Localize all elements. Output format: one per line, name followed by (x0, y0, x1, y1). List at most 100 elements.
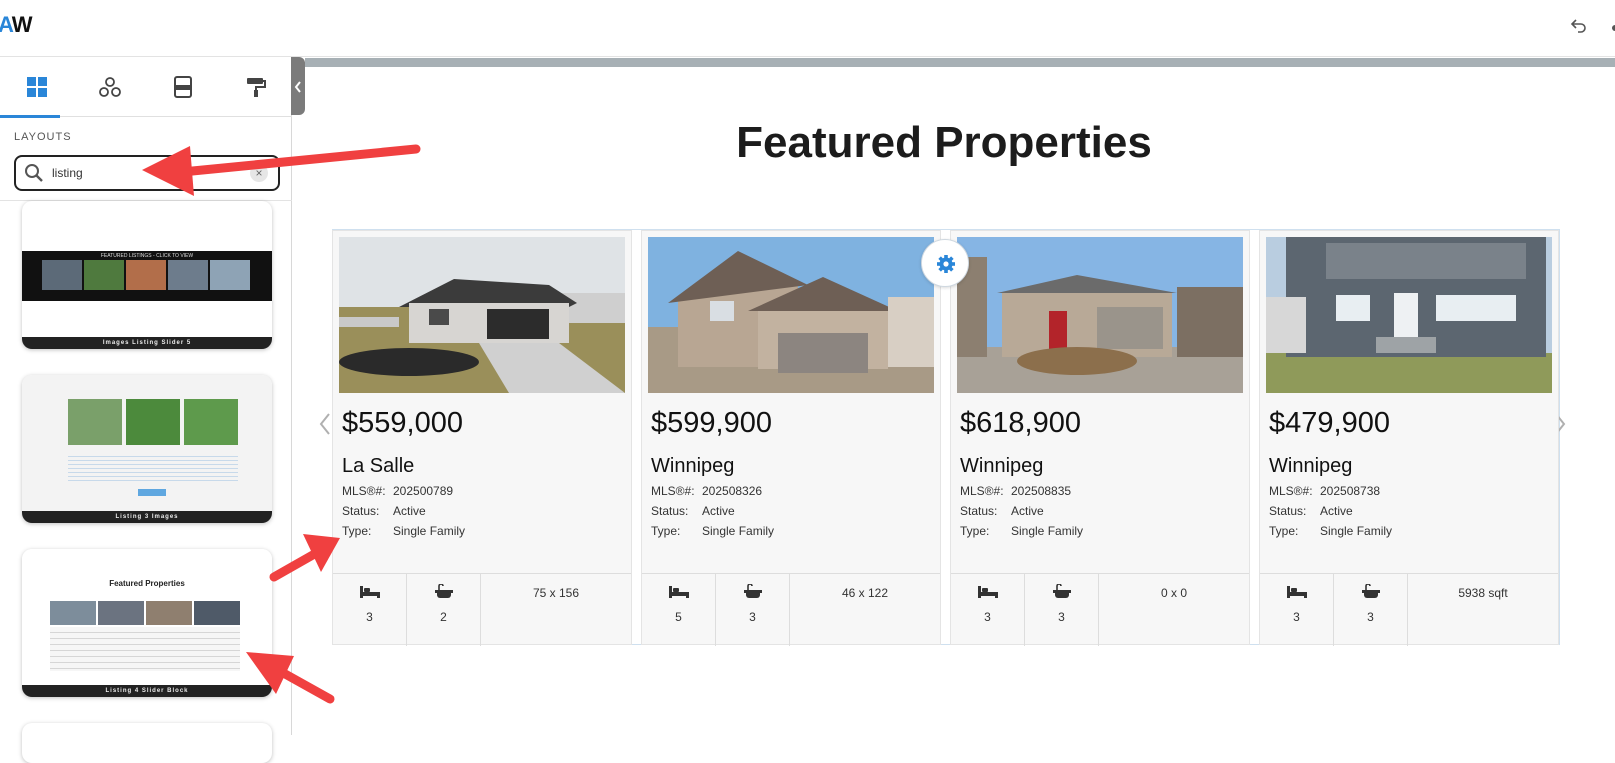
layout-preview (22, 375, 272, 511)
bed-count: 3 (366, 610, 373, 624)
block-settings-button[interactable] (921, 239, 969, 287)
sidebar-tabs (0, 57, 292, 118)
layout-card-partial[interactable] (22, 723, 272, 763)
listing-city: Winnipeg (960, 455, 1044, 477)
chevron-left-icon (319, 413, 330, 435)
section-top-strip (305, 58, 1615, 67)
collapse-sidebar-button[interactable] (291, 57, 305, 115)
listing-photo[interactable] (339, 237, 625, 393)
tab-style[interactable] (219, 57, 292, 117)
bed-count: 5 (675, 610, 682, 624)
layout-caption: Listing 4 Slider Block (22, 685, 272, 697)
page-title: Featured Properties (736, 118, 1152, 167)
redo-icon[interactable] (1608, 18, 1615, 38)
listing-type: Type: Single Family (342, 524, 465, 538)
app-logo[interactable]: AW (0, 12, 33, 38)
bathtub-icon (744, 584, 762, 598)
type-value: Single Family (1320, 524, 1393, 538)
bath-count: 3 (1367, 610, 1374, 624)
lot-size: 46 x 122 (841, 586, 889, 600)
blocks-icon (173, 76, 192, 98)
layout-card-listing-3-images[interactable]: Listing 3 Images (22, 375, 272, 523)
tab-blocks[interactable] (146, 57, 219, 117)
mls-value: 202508738 (1320, 484, 1381, 498)
listing-card[interactable]: $618,900 Winnipeg MLS®#: 202508835 Status… (950, 230, 1250, 646)
sidebar: LAYOUTS × FEATURED LISTINGS - CLICK TO V… (0, 57, 292, 763)
bath-count: 3 (1058, 610, 1065, 624)
listing-photo[interactable] (648, 237, 934, 393)
type-label: Type: (960, 524, 990, 538)
listing-city: Winnipeg (651, 455, 735, 477)
listing-price: $599,900 (651, 407, 772, 439)
listing-price: $479,900 (1269, 407, 1390, 439)
type-label: Type: (1269, 524, 1299, 538)
logo-letter-w: W (11, 12, 33, 37)
clear-search-icon[interactable]: × (250, 164, 268, 182)
bed-icon (1287, 586, 1307, 598)
status-value: Active (393, 504, 426, 518)
tab-layouts[interactable] (0, 57, 73, 118)
listing-card[interactable]: $559,000 La Salle MLS®#: 202500789 Status… (332, 230, 632, 646)
layout-preview: Featured Properties (22, 549, 272, 685)
status-value: Active (1011, 504, 1044, 518)
top-bar: AW (0, 0, 1615, 57)
status-label: Status: (1269, 504, 1307, 518)
listing-type: Type: Single Family (1269, 524, 1392, 538)
layout-card-images-listing-slider[interactable]: FEATURED LISTINGS - CLICK TO VIEW Images… (22, 201, 272, 349)
listing-mls: MLS®#: 202508835 (960, 484, 1071, 498)
layouts-section-label: LAYOUTS (14, 131, 72, 143)
type-value: Single Family (1011, 524, 1084, 538)
mls-label: MLS®#: (960, 484, 1004, 498)
status-value: Active (1320, 504, 1353, 518)
bath-count: 3 (749, 610, 756, 624)
listing-status: Status: Active (651, 504, 735, 518)
listing-price: $559,000 (342, 407, 463, 439)
bed-icon (669, 586, 689, 598)
mls-value: 202500789 (393, 484, 454, 498)
mls-label: MLS®#: (1269, 484, 1313, 498)
listing-status: Status: Active (342, 504, 426, 518)
nodes-icon (98, 77, 121, 97)
listing-city: Winnipeg (1269, 455, 1353, 477)
slider-prev-arrow[interactable] (318, 412, 332, 443)
status-label: Status: (960, 504, 998, 518)
bath-count: 2 (440, 610, 447, 624)
listing-status: Status: Active (960, 504, 1044, 518)
grid-icon (26, 77, 47, 97)
undo-icon[interactable] (1570, 16, 1594, 40)
bathtub-icon (1053, 584, 1071, 598)
listing-stats: 5 3 46 x 122 (642, 573, 940, 646)
layout-search[interactable]: × (14, 155, 280, 191)
listing-card[interactable]: $479,900 Winnipeg MLS®#: 202508738 Status… (1259, 230, 1559, 646)
mls-value: 202508835 (1011, 484, 1072, 498)
status-value: Active (702, 504, 735, 518)
listing-city: La Salle (342, 455, 415, 477)
bathtub-icon (435, 584, 453, 598)
layout-card-listing-4-slider-block[interactable]: Featured Properties Listing 4 Slider Blo… (22, 549, 272, 697)
search-input[interactable] (52, 166, 242, 180)
gear-icon (937, 255, 955, 273)
logo-letter-a: A (0, 12, 13, 37)
listing-price: $618,900 (960, 407, 1081, 439)
listing-stats: 3 2 75 x 156 (333, 573, 631, 646)
bed-count: 3 (984, 610, 991, 624)
listing-type: Type: Single Family (651, 524, 774, 538)
layout-caption: Listing 3 Images (22, 511, 272, 523)
chevron-left-icon (294, 81, 301, 93)
tab-elements[interactable] (73, 57, 146, 117)
listing-status: Status: Active (1269, 504, 1353, 518)
listing-photo[interactable] (957, 237, 1243, 393)
listing-photo[interactable] (1266, 237, 1552, 393)
type-label: Type: (342, 524, 372, 538)
paint-roller-icon (246, 78, 266, 97)
layout-caption: Images Listing Slider 5 (22, 337, 272, 349)
mls-value: 202508326 (702, 484, 763, 498)
listing-card[interactable]: $599,900 Winnipeg MLS®#: 202508326 Status… (641, 230, 941, 646)
bed-icon (978, 586, 998, 598)
bed-count: 3 (1293, 610, 1300, 624)
type-label: Type: (651, 524, 681, 538)
type-value: Single Family (393, 524, 466, 538)
bathtub-icon (1362, 584, 1380, 598)
layout-preview: FEATURED LISTINGS - CLICK TO VIEW (22, 251, 272, 301)
bed-icon (360, 586, 380, 598)
